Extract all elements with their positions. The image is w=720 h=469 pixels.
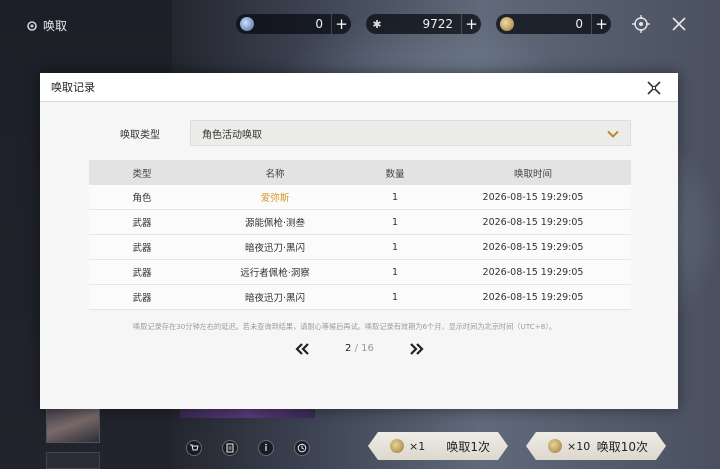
column-header-quantity: 数量 bbox=[385, 168, 405, 180]
cell-name: 源能佩枪·测叁 bbox=[244, 218, 306, 229]
table-row: 武器 暗夜迅刀·黑闪 1 2026-08-15 19:29:05 bbox=[89, 285, 631, 310]
cell-type: 武器 bbox=[132, 243, 152, 254]
cell-type: 武器 bbox=[132, 268, 152, 279]
dialog-title: 唤取记录 bbox=[51, 81, 95, 94]
cell-name: 暗夜迅刀·黑闪 bbox=[244, 243, 306, 254]
gear-icon bbox=[27, 20, 37, 31]
history-table: 类型 名称 数量 唤取时间 角色 爱弥斯 1 2026-08-15 19:29:… bbox=[89, 160, 631, 310]
summon-ten-button[interactable]: ×10 唤取10次 bbox=[526, 432, 666, 460]
column-header-name: 名称 bbox=[265, 168, 285, 180]
cell-type: 武器 bbox=[132, 293, 152, 304]
add-tide-button[interactable]: + bbox=[591, 14, 611, 34]
tide-icon bbox=[548, 439, 562, 453]
summon-ten-label: 唤取10次 bbox=[596, 439, 648, 454]
banner-thumbnail-secondary[interactable] bbox=[46, 452, 100, 469]
close-icon bbox=[647, 81, 661, 95]
details-button[interactable] bbox=[222, 440, 238, 456]
summon-one-label: 唤取1次 bbox=[446, 439, 490, 454]
lunite-icon bbox=[240, 17, 254, 31]
dialog-header: 唤取记录 bbox=[40, 73, 678, 102]
cell-name: 远行者佩枪·洞察 bbox=[240, 268, 310, 279]
cell-quantity: 1 bbox=[391, 266, 399, 278]
filter-label: 唤取类型 bbox=[120, 130, 160, 141]
table-row: 武器 暗夜迅刀·黑闪 1 2026-08-15 19:29:05 bbox=[89, 235, 631, 260]
table-row: 武器 源能佩枪·测叁 1 2026-08-15 19:29:05 bbox=[89, 210, 631, 235]
previous-page-button[interactable] bbox=[294, 342, 310, 356]
summon-type-value: 角色活动唤取 bbox=[202, 129, 262, 141]
history-button[interactable] bbox=[294, 440, 310, 456]
tide-icon bbox=[390, 439, 404, 453]
target-icon bbox=[632, 15, 650, 33]
close-icon bbox=[672, 17, 686, 31]
summon-one-button[interactable]: ×1 唤取1次 bbox=[368, 432, 508, 460]
cell-type: 武器 bbox=[132, 218, 152, 229]
cell-quantity: 1 bbox=[391, 191, 399, 203]
current-page: 2 bbox=[345, 343, 352, 354]
cart-icon bbox=[190, 444, 199, 451]
chevron-down-icon bbox=[607, 130, 619, 138]
cell-name: 爱弥斯 bbox=[260, 193, 290, 204]
add-lunite-button[interactable]: + bbox=[331, 14, 351, 34]
summon-one-cost: ×1 bbox=[409, 439, 426, 453]
history-note: 唤取记录存在30分钟左右的延迟。若未查询到结果，请耐心等候后再试。唤取记录有效期… bbox=[133, 322, 557, 331]
cell-time: 2026-08-15 19:29:05 bbox=[482, 216, 584, 228]
cell-quantity: 1 bbox=[391, 216, 399, 228]
currency-tide: 0 + bbox=[496, 14, 611, 34]
pagination: 2 / 16 bbox=[40, 341, 678, 357]
column-header-type: 类型 bbox=[132, 168, 152, 180]
page-indicator: 2 / 16 bbox=[345, 343, 374, 354]
cell-quantity: 1 bbox=[391, 241, 399, 253]
document-icon bbox=[226, 443, 234, 453]
column-header-time: 唤取时间 bbox=[513, 168, 552, 180]
summon-history-dialog: 唤取记录 唤取类型 角色活动唤取 类型 名称 数量 唤取时间 角色 爱弥斯 1 … bbox=[40, 73, 678, 409]
total-pages: 16 bbox=[361, 343, 374, 354]
cell-time: 2026-08-15 19:29:05 bbox=[482, 291, 584, 303]
table-header: 类型 名称 数量 唤取时间 bbox=[89, 160, 631, 185]
page-separator: / bbox=[354, 343, 358, 354]
tide-icon bbox=[500, 17, 514, 31]
cell-type: 角色 bbox=[132, 193, 152, 204]
cell-time: 2026-08-15 19:29:05 bbox=[482, 241, 584, 253]
currency-lunite-value: 0 bbox=[315, 17, 323, 31]
info-button[interactable] bbox=[258, 440, 274, 456]
currency-astrite-value: 9722 bbox=[422, 17, 453, 31]
next-page-button[interactable] bbox=[409, 342, 425, 356]
astrite-icon: ✱ bbox=[372, 17, 382, 31]
table-row: 角色 爱弥斯 1 2026-08-15 19:29:05 bbox=[89, 185, 631, 210]
banner-thumbnail[interactable] bbox=[46, 405, 100, 443]
settings-button[interactable] bbox=[630, 13, 652, 35]
currency-tide-value: 0 bbox=[575, 17, 583, 31]
dialog-close-button[interactable] bbox=[644, 78, 664, 98]
cell-time: 2026-08-15 19:29:05 bbox=[482, 191, 584, 203]
cell-quantity: 1 bbox=[391, 291, 399, 303]
cell-name: 暗夜迅刀·黑闪 bbox=[244, 293, 306, 304]
page-title: 唤取 bbox=[43, 19, 68, 33]
summon-type-dropdown[interactable]: 角色活动唤取 bbox=[190, 120, 631, 146]
table-row: 武器 远行者佩枪·洞察 1 2026-08-15 19:29:05 bbox=[89, 260, 631, 285]
page-header: 唤取 bbox=[26, 17, 67, 34]
currency-astrite: ✱ 9722 + bbox=[366, 14, 481, 34]
exit-button[interactable] bbox=[668, 13, 690, 35]
shop-button[interactable] bbox=[186, 440, 202, 456]
info-icon bbox=[265, 443, 267, 451]
summon-ten-cost: ×10 bbox=[567, 439, 591, 453]
add-astrite-button[interactable]: + bbox=[461, 14, 481, 34]
cell-time: 2026-08-15 19:29:05 bbox=[482, 266, 584, 278]
clock-icon bbox=[297, 443, 307, 453]
filter-row: 唤取类型 角色活动唤取 bbox=[40, 120, 678, 146]
currency-lunite: 0 + bbox=[236, 14, 351, 34]
